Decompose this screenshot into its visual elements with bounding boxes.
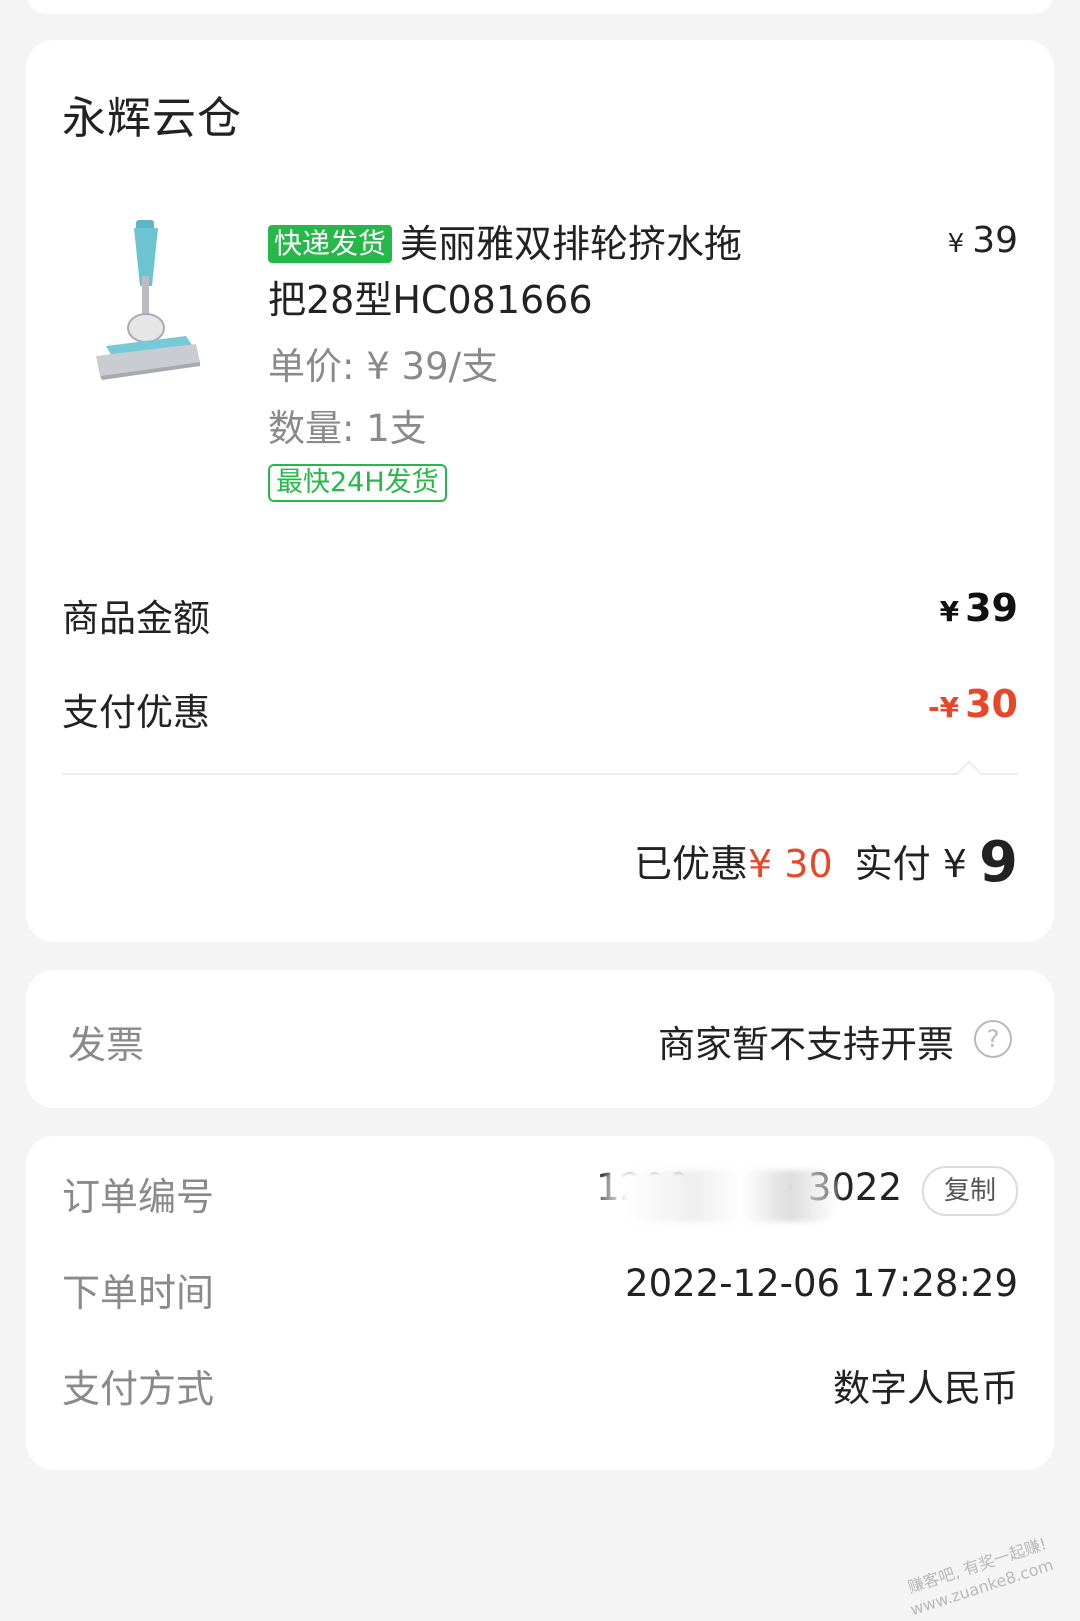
divider xyxy=(62,773,1018,775)
quantity-value: 1支 xyxy=(366,407,427,450)
order-number-label: 订单编号 xyxy=(62,1175,215,1219)
order-time-value: 2022-12-06 17:28:29 xyxy=(625,1262,1018,1305)
product-title[interactable]: 快递发货 美丽雅双排轮挤水拖把28型HC081666 xyxy=(268,216,758,328)
payment-discount-value: -¥ 30 xyxy=(928,682,1018,726)
currency-symbol: ¥ xyxy=(939,595,960,628)
product-image[interactable] xyxy=(76,216,216,386)
unit-price-value: ¥ 39/支 xyxy=(366,345,499,388)
order-time-label: 下单时间 xyxy=(62,1271,215,1315)
paid-value: 9 xyxy=(979,830,1018,895)
unit-price-row: 单价: ¥ 39/支 xyxy=(268,336,498,390)
paid-label: 实付 xyxy=(854,842,931,886)
shipping-speed-tag: 最快24H发货 xyxy=(268,464,447,502)
invoice-status: 商家暂不支持开票 xyxy=(658,1023,954,1066)
express-delivery-tag: 快递发货 xyxy=(268,225,393,263)
payment-discount-label: 支付优惠 xyxy=(62,691,210,734)
payment-method-value: 数字人民币 xyxy=(833,1367,1018,1410)
saved-label: 已优惠 xyxy=(634,842,749,886)
product-price: ¥39 xyxy=(948,220,1018,261)
product-price-value: 39 xyxy=(972,220,1018,261)
goods-amount-label: 商品金额 xyxy=(62,597,210,640)
store-name[interactable]: 永辉云仓 xyxy=(62,82,242,146)
invoice-card[interactable]: 发票 商家暂不支持开票 ? xyxy=(26,970,1054,1108)
goods-amount-number: 39 xyxy=(965,586,1018,630)
divider-notch xyxy=(956,760,982,786)
discount-number: 30 xyxy=(965,682,1018,726)
goods-amount-value: ¥39 xyxy=(940,586,1018,630)
currency-symbol: ¥ xyxy=(947,229,965,259)
order-info-card: 订单编号 1200 ···· ··· 3022 复制 下单时间 2022-12-… xyxy=(26,1136,1054,1470)
store-order-card: 永辉云仓 快递发货 美丽雅双排轮挤水拖把28型HC081666 ¥39 单价: ¥… xyxy=(26,40,1054,942)
saved-value: ¥ 30 xyxy=(748,842,833,886)
payment-method-label: 支付方式 xyxy=(62,1367,215,1411)
watermark: 赚客吧, 有奖一起赚! www.zuanke8.com xyxy=(900,1533,1056,1621)
help-icon[interactable]: ? xyxy=(974,1020,1012,1058)
redaction-blur xyxy=(598,1170,838,1222)
quantity-row: 数量: 1支 xyxy=(268,398,427,452)
paid-symbol: ¥ xyxy=(942,842,967,886)
invoice-label: 发票 xyxy=(68,1023,145,1067)
order-total: 已优惠¥ 30 实付 ¥ 9 xyxy=(634,830,1018,895)
quantity-label: 数量: xyxy=(268,407,355,450)
discount-symbol: -¥ xyxy=(928,691,960,724)
unit-price-label: 单价: xyxy=(268,345,355,388)
previous-card xyxy=(26,0,1054,14)
copy-button[interactable]: 复制 xyxy=(922,1166,1018,1216)
